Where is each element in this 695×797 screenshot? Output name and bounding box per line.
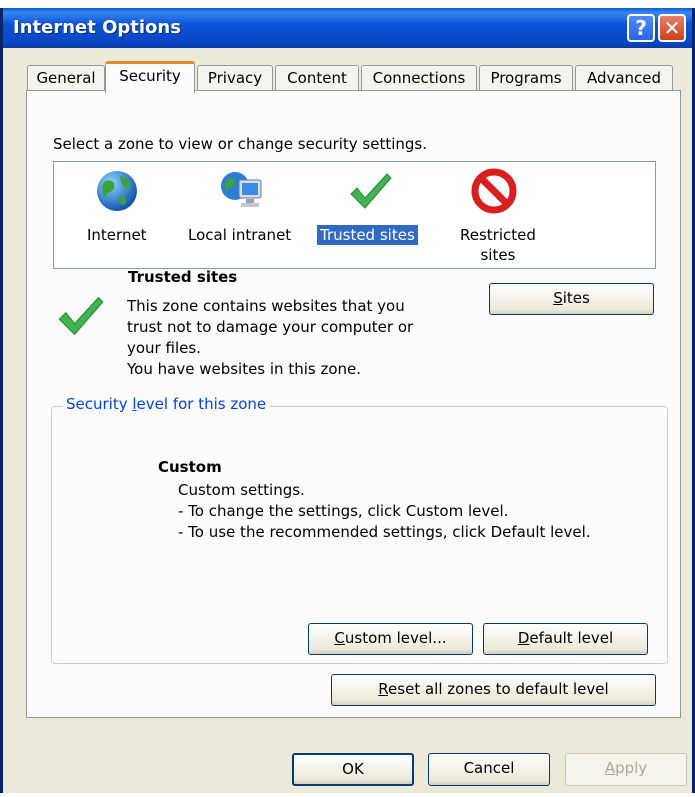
tab-content[interactable]: Content [275, 65, 359, 91]
security-level-title: Custom [158, 458, 222, 476]
reset-all-zones-button[interactable]: Reset all zones to default level [331, 674, 656, 706]
restricted-icon[interactable] [471, 168, 517, 214]
zone-instruction: Select a zone to view or change security… [53, 135, 428, 153]
zone-desc-line: This zone contains websites that you [127, 297, 405, 315]
default-level-button[interactable]: Default level [483, 623, 648, 655]
level-desc-line: - To change the settings, click Custom l… [178, 502, 509, 520]
tab-advanced[interactable]: Advanced [575, 65, 673, 91]
level-desc-line: - To use the recommended settings, click… [178, 523, 591, 541]
zone-restricted-line1: Restricted [460, 226, 536, 244]
zone-desc-line: your files. [127, 339, 201, 357]
globe-icon[interactable] [94, 168, 140, 214]
tab-general[interactable]: General [27, 65, 105, 91]
zone-description: This zone contains websites that you tru… [127, 296, 413, 380]
intranet-icon[interactable] [219, 168, 265, 214]
checkmark-icon[interactable] [347, 168, 393, 214]
custom-level-button[interactable]: Custom level... [308, 623, 473, 655]
zone-internet[interactable]: Internet [87, 225, 147, 245]
zone-restricted-line2: sites [480, 246, 516, 264]
tab-privacy[interactable]: Privacy [197, 65, 273, 91]
zone-desc-line: trust not to damage your computer or [127, 318, 414, 336]
zone-restricted-sites[interactable]: Restricted sites [460, 225, 536, 265]
zone-list: Internet Local intranet Trusted sites Re… [53, 161, 656, 269]
security-level-legend: Security level for this zone [63, 395, 270, 413]
zone-local-intranet[interactable]: Local intranet [188, 225, 291, 245]
internet-options-window: Internet Options ? ✕ General Security Pr… [0, 8, 695, 793]
security-level-description: Custom settings. - To change the setting… [178, 480, 591, 543]
help-button[interactable]: ? [627, 14, 655, 42]
tab-connections[interactable]: Connections [361, 65, 477, 91]
zone-trusted-sites[interactable]: Trusted sites [317, 225, 418, 245]
checkmark-icon [55, 291, 105, 341]
apply-button[interactable]: Apply [565, 753, 687, 786]
tab-security[interactable]: Security [105, 61, 195, 93]
cancel-button[interactable]: Cancel [428, 753, 550, 786]
security-tab-panel: Select a zone to view or change security… [26, 90, 681, 718]
title-bar[interactable]: Internet Options ? ✕ [3, 8, 692, 48]
level-desc-line: Custom settings. [178, 481, 305, 499]
tab-programs[interactable]: Programs [479, 65, 573, 91]
zone-info-title: Trusted sites [128, 268, 238, 286]
zone-desc-line: You have websites in this zone. [127, 360, 362, 378]
close-button[interactable]: ✕ [658, 14, 686, 42]
ok-button[interactable]: OK [292, 753, 414, 786]
sites-button[interactable]: Sites [489, 283, 654, 315]
window-title: Internet Options [13, 17, 181, 38]
